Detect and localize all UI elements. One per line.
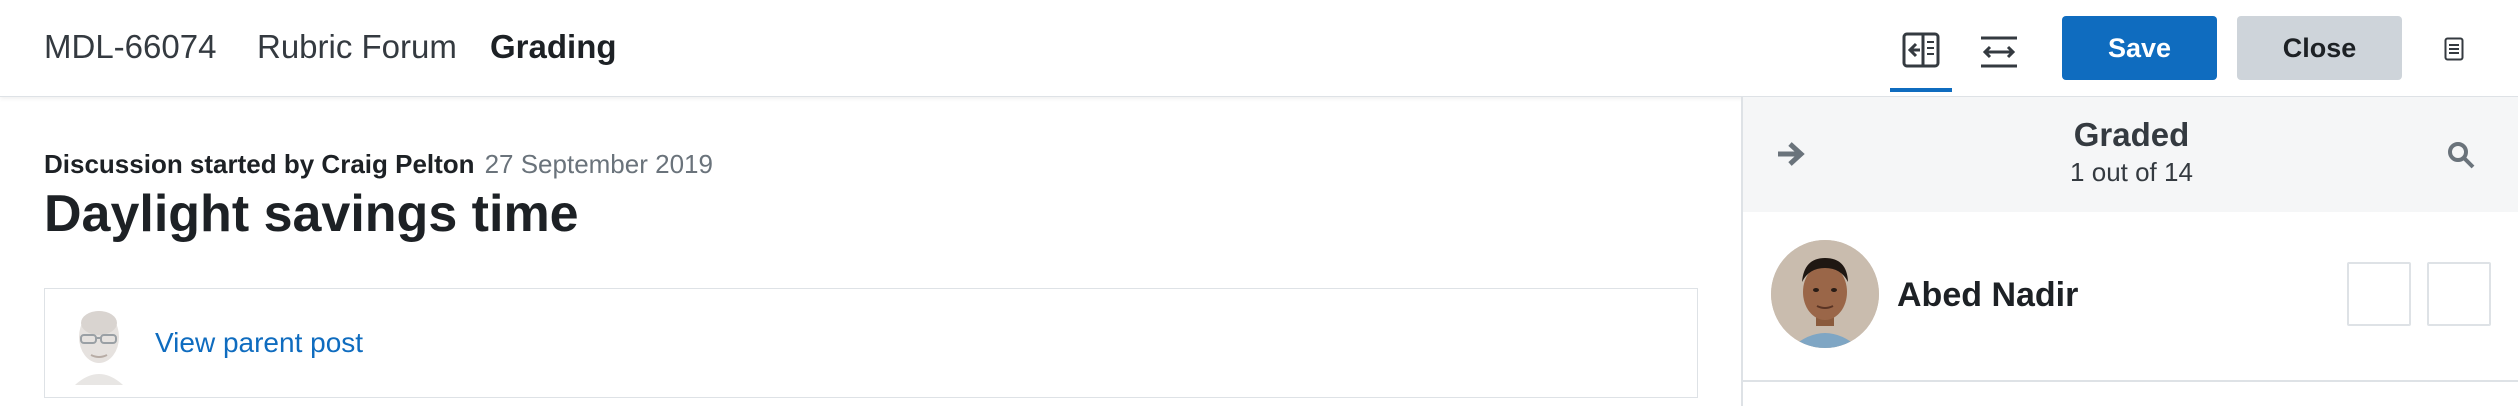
search-icon	[2448, 142, 2475, 169]
user-status-box	[2347, 262, 2411, 326]
current-user-row: Abed Nadir	[1743, 212, 2518, 382]
expand-grader-icon	[1981, 36, 2017, 68]
collapse-grader-button[interactable]	[1890, 12, 1952, 92]
user-avatar	[1771, 240, 1879, 348]
course-short-name: MDL-66074	[44, 28, 217, 65]
info-document-icon[interactable]	[2440, 34, 2468, 64]
save-button[interactable]: Save	[2062, 16, 2217, 80]
discussion-meta: Discussion started by Craig Pelton 27 Sep…	[44, 147, 713, 181]
grading-status-count: 1 out of 14	[2070, 157, 2193, 187]
user-name: Abed Nadir	[1897, 276, 2079, 314]
grading-status-label: Graded	[2073, 116, 2190, 153]
discussion-date: 27 September 2019	[484, 149, 713, 179]
forum-name: Rubric Forum	[257, 28, 457, 65]
discussion-author: Discussion started by Craig Pelton	[44, 149, 475, 179]
user-navigation-bar: Graded 1 out of 14	[1743, 97, 2518, 212]
grader-panel: Graded 1 out of 14 Abed Nadir	[1741, 97, 2518, 406]
expand-grader-button[interactable]	[1968, 12, 2030, 92]
collapse-grader-icon	[1902, 32, 1940, 68]
close-button[interactable]: Close	[2237, 16, 2402, 80]
discussion-title: Daylight savings time	[44, 185, 579, 243]
grading-header: MDL-66074 Rubric Forum Grading Save Clos…	[0, 0, 2518, 97]
parent-post-avatar	[61, 301, 137, 385]
grading-status: Graded 1 out of 14	[1743, 115, 2518, 189]
parent-post-card: View parent post	[44, 288, 1698, 398]
search-users-button[interactable]	[2443, 137, 2479, 173]
user-status-box	[2427, 262, 2491, 326]
page-mode-title: Grading	[490, 28, 617, 65]
discussion-content: Discussion started by Craig Pelton 27 Sep…	[0, 97, 1740, 406]
view-parent-post-link[interactable]: View parent post	[155, 325, 363, 361]
